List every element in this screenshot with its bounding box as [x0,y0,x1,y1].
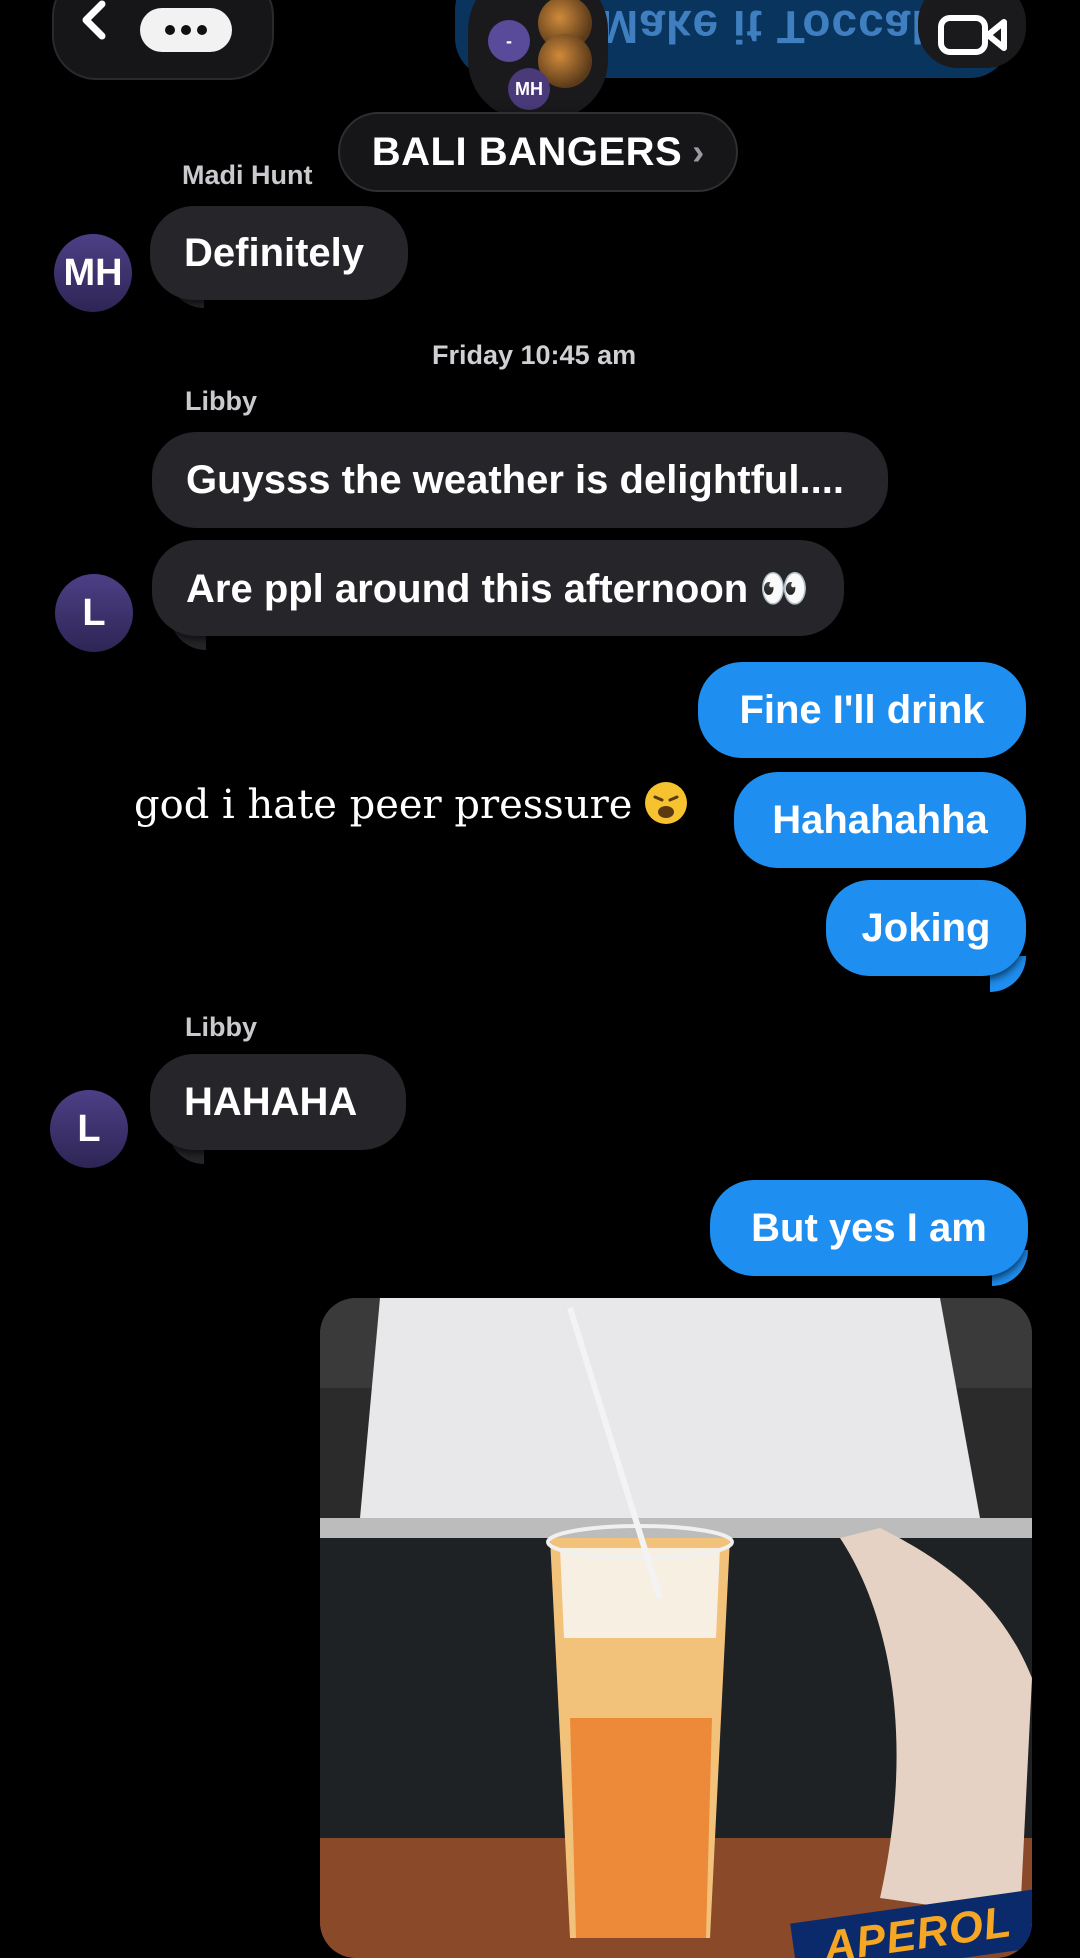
message-bubble-outgoing[interactable]: Hahahahha [734,772,1026,868]
caption-text: god i hate peer pressure [134,782,633,828]
weary-face-emoji [645,782,688,824]
message-bubble-incoming[interactable]: Are ppl around this afternoon 👀 [152,540,844,636]
chevron-left-icon[interactable] [78,0,108,40]
sender-name: Madi Hunt [182,160,313,190]
story-caption: god i hate peer pressure [134,782,688,828]
avatar[interactable]: L [55,574,133,652]
message-bubble-outgoing[interactable]: Fine I'll drink [698,662,1026,758]
mirrored-message-text: Make it Toccal! [600,1,942,53]
group-name-button[interactable]: BALI BANGERS › [338,112,738,192]
avatar[interactable]: L [50,1090,128,1168]
sender-name: Libby [185,386,257,416]
group-name: BALI BANGERS [371,129,683,174]
drink-photo [320,1298,1032,1958]
chevron-right-icon: › [692,131,705,172]
ellipsis-icon[interactable] [140,8,232,52]
message-bubble-incoming[interactable]: Definitely [150,206,408,300]
timestamp: Friday 10:45 am [432,340,637,370]
message-bubble-incoming[interactable]: Guysss the weather is delightful.... [152,432,888,528]
message-bubble-outgoing[interactable]: But yes I am [710,1180,1028,1276]
member-avatar: - [488,20,530,62]
photo-attachment[interactable]: APEROL [320,1298,1032,1958]
avatar[interactable]: MH [54,234,132,312]
member-avatar: MH [508,68,550,110]
message-bubble-outgoing[interactable]: Joking [826,880,1026,976]
message-bubble-incoming[interactable]: HAHAHA [150,1054,406,1150]
sender-name: Libby [185,1012,257,1042]
group-avatar-stack[interactable]: - MH [468,0,608,120]
video-camera-icon[interactable] [938,14,1008,56]
